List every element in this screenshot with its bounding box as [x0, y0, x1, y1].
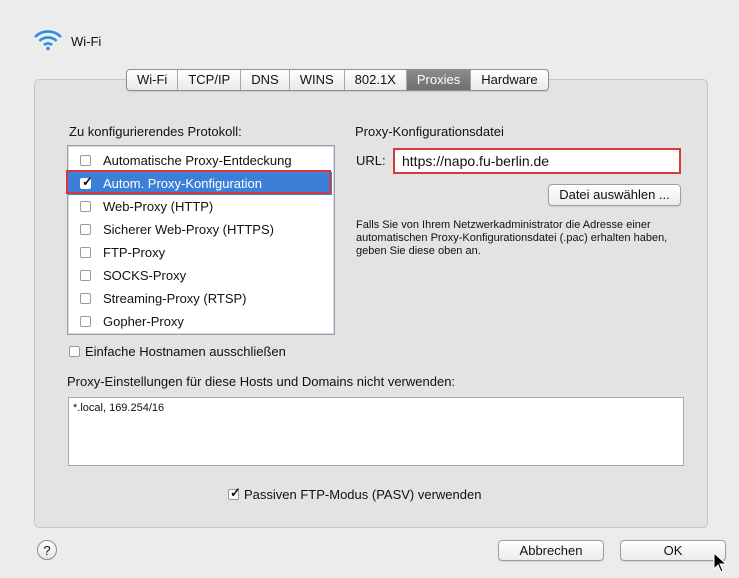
exclude-hostnames-label: Einfache Hostnamen ausschließen [85, 344, 286, 359]
cancel-button[interactable]: Abbrechen [498, 540, 604, 561]
tab-bar: Wi-Fi TCP/IP DNS WINS 802.1X Proxies Har… [126, 69, 549, 91]
help-button[interactable]: ? [37, 540, 57, 560]
list-item-label: SOCKS-Proxy [103, 268, 187, 283]
tab-hardware[interactable]: Hardware [471, 70, 547, 90]
checkbox[interactable] [80, 224, 91, 235]
tab-dns[interactable]: DNS [241, 70, 290, 90]
tab-wifi[interactable]: Wi-Fi [127, 70, 179, 90]
list-item-label: FTP-Proxy [103, 245, 166, 260]
url-input[interactable]: https://napo.fu-berlin.de [393, 148, 681, 174]
ok-button[interactable]: OK [620, 540, 726, 561]
list-item-label: Gopher-Proxy [103, 314, 184, 329]
bypass-textarea[interactable]: *.local, 169.254/16 [68, 397, 684, 466]
list-item[interactable]: Sicherer Web-Proxy (HTTPS) [68, 218, 332, 241]
checkbox[interactable] [80, 316, 91, 327]
passive-ftp-option[interactable]: ✓ Passiven FTP-Modus (PASV) verwenden [228, 485, 482, 502]
checkbox[interactable] [80, 155, 91, 166]
protocol-label: Zu konfigurierendes Protokoll: [69, 124, 242, 139]
list-item[interactable]: ✓ Autom. Proxy-Konfiguration [68, 172, 332, 195]
tab-tcpip[interactable]: TCP/IP [178, 70, 242, 90]
exclude-hostnames-checkbox[interactable] [69, 346, 80, 357]
url-label: URL: [356, 153, 386, 168]
checkbox[interactable]: ✓ [80, 174, 93, 189]
cursor-icon [713, 552, 728, 573]
checkmark-icon: ✓ [82, 174, 93, 189]
list-item-label: Web-Proxy (HTTP) [103, 199, 214, 214]
config-heading: Proxy-Konfigurationsdatei [355, 124, 504, 139]
list-item[interactable]: Gopher-Proxy [68, 310, 332, 333]
list-item[interactable]: Automatische Proxy-Entdeckung [68, 149, 332, 172]
list-item[interactable]: Web-Proxy (HTTP) [68, 195, 332, 218]
checkbox[interactable] [80, 270, 91, 281]
passive-ftp-checkbox[interactable]: ✓ [228, 485, 241, 500]
bypass-label: Proxy-Einstellungen für diese Hosts und … [67, 374, 456, 389]
list-item-label: Automatische Proxy-Entdeckung [103, 153, 292, 168]
list-item-label: Streaming-Proxy (RTSP) [103, 291, 247, 306]
list-item[interactable]: SOCKS-Proxy [68, 264, 332, 287]
checkbox[interactable] [80, 247, 91, 258]
list-item[interactable]: Streaming-Proxy (RTSP) [68, 287, 332, 310]
passive-ftp-label: Passiven FTP-Modus (PASV) verwenden [244, 487, 482, 502]
checkmark-icon: ✓ [230, 485, 241, 500]
exclude-hostnames-option[interactable]: Einfache Hostnamen ausschließen [69, 344, 286, 359]
help-text: Falls Sie von Ihrem Netzwerkadministrato… [356, 219, 668, 257]
wifi-icon [34, 30, 62, 51]
window-title: Wi-Fi [71, 34, 102, 49]
choose-file-button[interactable]: Datei auswählen ... [548, 184, 681, 206]
tab-wins[interactable]: WINS [290, 70, 345, 90]
list-item-label: Autom. Proxy-Konfiguration [103, 176, 262, 191]
list-item[interactable]: FTP-Proxy [68, 241, 332, 264]
checkbox[interactable] [80, 293, 91, 304]
tab-proxies[interactable]: Proxies [406, 70, 472, 90]
tab-8021x[interactable]: 802.1X [345, 70, 407, 90]
checkbox[interactable] [80, 201, 91, 212]
list-item-label: Sicherer Web-Proxy (HTTPS) [103, 222, 274, 237]
protocol-list[interactable]: Automatische Proxy-Entdeckung ✓ Autom. P… [67, 145, 335, 335]
